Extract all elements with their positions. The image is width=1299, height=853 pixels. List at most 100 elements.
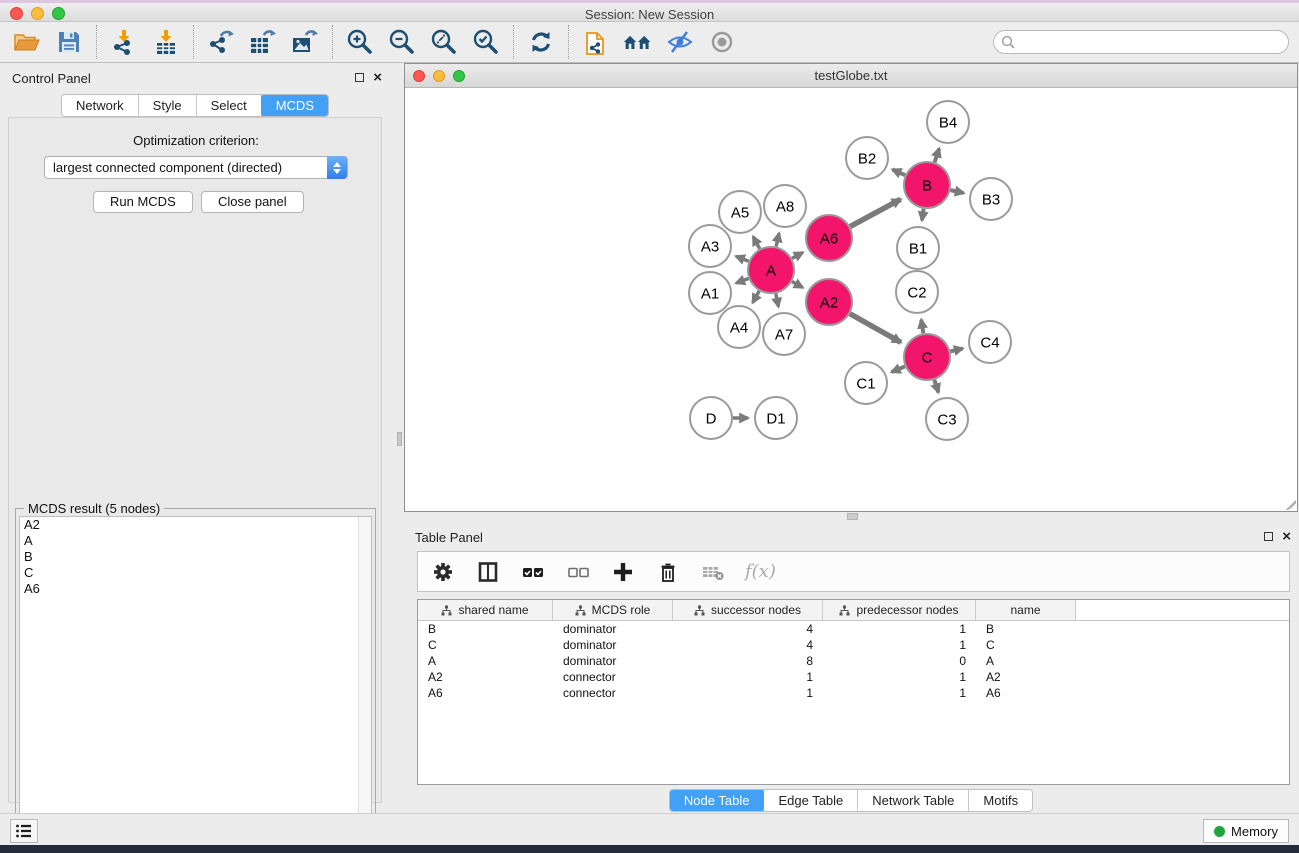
- vertical-splitter[interactable]: [396, 88, 403, 511]
- tab-mcds[interactable]: MCDS: [261, 94, 329, 117]
- table-cell[interactable]: C: [418, 638, 553, 652]
- edge-C-C1[interactable]: [892, 366, 905, 372]
- destroy-table-button[interactable]: [700, 559, 726, 585]
- edge-A6-B[interactable]: [850, 199, 901, 226]
- criterion-dropdown[interactable]: largest connected component (directed): [44, 156, 348, 179]
- float-table-panel-icon[interactable]: [1264, 532, 1273, 541]
- node-table[interactable]: shared nameMCDS rolesuccessor nodesprede…: [417, 599, 1290, 785]
- edge-C-C2[interactable]: [921, 320, 923, 334]
- close-table-panel-icon[interactable]: ×: [1282, 531, 1291, 542]
- edge-C-C4[interactable]: [950, 348, 962, 351]
- node-A3[interactable]: A3: [689, 225, 731, 267]
- search-input[interactable]: [993, 30, 1289, 54]
- edge-A-A7[interactable]: [776, 294, 779, 307]
- edge-B-B3[interactable]: [950, 190, 963, 193]
- network-minimize-button[interactable]: [433, 70, 445, 82]
- deselect-all-button[interactable]: [565, 559, 591, 585]
- tab-motifs[interactable]: Motifs: [969, 790, 1032, 811]
- node-A[interactable]: A: [748, 247, 794, 293]
- table-cell[interactable]: A6: [418, 686, 553, 700]
- function-builder-button[interactable]: f(x): [745, 559, 776, 585]
- table-row[interactable]: Cdominator41C: [418, 637, 1289, 653]
- mcds-result-item[interactable]: B: [20, 549, 371, 565]
- table-cell[interactable]: dominator: [553, 622, 673, 636]
- zoom-in-button[interactable]: [345, 27, 375, 57]
- export-network-button[interactable]: [206, 27, 236, 57]
- mcds-result-item[interactable]: C: [20, 565, 371, 581]
- mcds-result-item[interactable]: A6: [20, 581, 371, 597]
- table-row[interactable]: A6connector11A6: [418, 685, 1289, 701]
- network-snapshot-button[interactable]: [581, 27, 611, 57]
- export-image-button[interactable]: [290, 27, 320, 57]
- column-header-shared-name[interactable]: shared name: [418, 600, 553, 621]
- save-session-button[interactable]: [54, 27, 84, 57]
- hide-graphics-button[interactable]: [665, 27, 695, 57]
- column-header-name[interactable]: name: [976, 600, 1076, 621]
- table-cell[interactable]: 1: [673, 686, 823, 700]
- mcds-list-scrollbar[interactable]: [358, 517, 371, 843]
- import-network-button[interactable]: [109, 27, 139, 57]
- table-cell[interactable]: 1: [823, 638, 976, 652]
- table-cell[interactable]: A2: [418, 670, 553, 684]
- edge-B-B4[interactable]: [935, 149, 940, 163]
- search-field[interactable]: [993, 30, 1289, 54]
- table-cell[interactable]: connector: [553, 686, 673, 700]
- node-C2[interactable]: C2: [896, 271, 938, 313]
- node-B1[interactable]: B1: [897, 227, 939, 269]
- zoom-fit-button[interactable]: [429, 27, 459, 57]
- zoom-out-button[interactable]: [387, 27, 417, 57]
- table-cell[interactable]: C: [976, 638, 1076, 652]
- node-A6[interactable]: A6: [806, 215, 852, 261]
- table-row[interactable]: Adominator80A: [418, 653, 1289, 669]
- column-header-MCDS-role[interactable]: MCDS role: [553, 600, 673, 621]
- zoom-selected-button[interactable]: [471, 27, 501, 57]
- table-cell[interactable]: dominator: [553, 638, 673, 652]
- column-header-successor-nodes[interactable]: successor nodes: [673, 600, 823, 621]
- home-view-button[interactable]: [623, 27, 653, 57]
- table-cell[interactable]: connector: [553, 670, 673, 684]
- node-A4[interactable]: A4: [718, 306, 760, 348]
- network-close-button[interactable]: [413, 70, 425, 82]
- float-panel-icon[interactable]: [355, 73, 364, 82]
- table-cell[interactable]: A: [976, 654, 1076, 668]
- table-settings-button[interactable]: [430, 559, 456, 585]
- show-columns-button[interactable]: [475, 559, 501, 585]
- node-B2[interactable]: B2: [846, 137, 888, 179]
- run-mcds-button[interactable]: Run MCDS: [93, 191, 193, 213]
- horizontal-splitter[interactable]: [404, 513, 1298, 521]
- refresh-button[interactable]: [526, 27, 556, 57]
- node-C[interactable]: C: [904, 334, 950, 380]
- node-D[interactable]: D: [690, 397, 732, 439]
- table-cell[interactable]: dominator: [553, 654, 673, 668]
- tab-node-table[interactable]: Node Table: [669, 789, 766, 812]
- node-A7[interactable]: A7: [763, 313, 805, 355]
- edge-B-B1[interactable]: [922, 209, 924, 221]
- tab-edge-table[interactable]: Edge Table: [764, 790, 858, 811]
- table-cell[interactable]: 1: [823, 686, 976, 700]
- edge-A-A8[interactable]: [776, 233, 779, 246]
- mcds-result-item[interactable]: A2: [20, 517, 371, 533]
- import-table-button[interactable]: [151, 27, 181, 57]
- table-cell[interactable]: A6: [976, 686, 1076, 700]
- edge-B-B2[interactable]: [893, 169, 906, 175]
- tab-network-table[interactable]: Network Table: [858, 790, 969, 811]
- edge-A-A4[interactable]: [753, 291, 760, 303]
- table-cell[interactable]: 1: [823, 670, 976, 684]
- tab-style[interactable]: Style: [139, 95, 197, 116]
- tab-select[interactable]: Select: [197, 95, 262, 116]
- show-graphics-button[interactable]: [707, 27, 737, 57]
- node-A2[interactable]: A2: [806, 279, 852, 325]
- edge-A-A2[interactable]: [792, 282, 803, 288]
- memory-button[interactable]: Memory: [1203, 819, 1289, 843]
- mcds-result-list[interactable]: A2ABCA6: [19, 516, 372, 844]
- table-cell[interactable]: A: [418, 654, 553, 668]
- column-header-predecessor-nodes[interactable]: predecessor nodes: [823, 600, 976, 621]
- node-D1[interactable]: D1: [755, 397, 797, 439]
- open-session-button[interactable]: [12, 27, 42, 57]
- network-zoom-button[interactable]: [453, 70, 465, 82]
- network-window-titlebar[interactable]: testGlobe.txt: [405, 64, 1297, 88]
- select-all-button[interactable]: [520, 559, 546, 585]
- edge-A-A6[interactable]: [792, 252, 803, 258]
- node-C3[interactable]: C3: [926, 398, 968, 440]
- node-A1[interactable]: A1: [689, 272, 731, 314]
